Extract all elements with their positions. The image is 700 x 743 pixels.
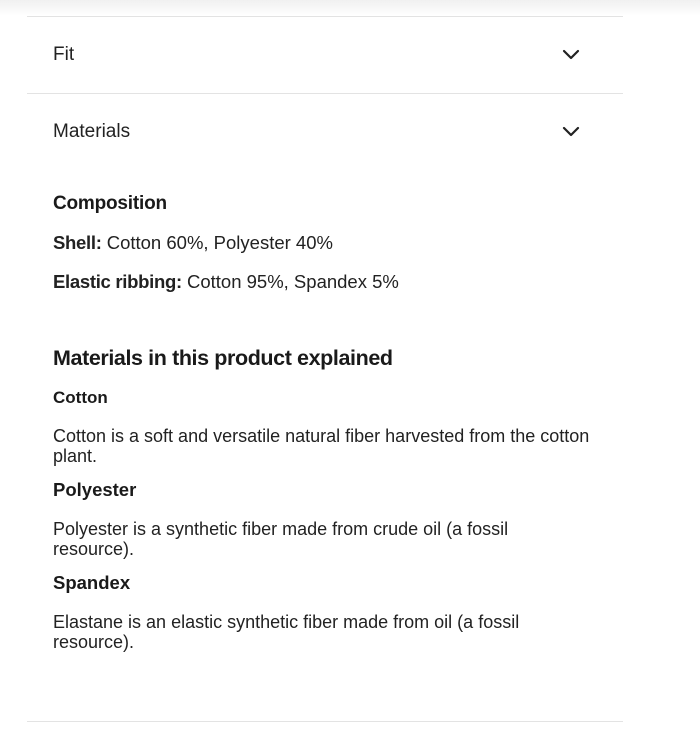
material-description-spandex: Elastane is an elastic synthetic fiber m… [53,612,520,652]
accordion-title-fit: Fit [53,44,75,65]
material-name-polyester: Polyester [53,479,137,500]
composition-label: Elastic ribbing: [53,271,182,292]
materials-explained-title: Materials in this product explained [53,346,393,370]
accordion-header-fit[interactable]: Fit [27,17,623,93]
material-name-cotton: Cotton [53,388,108,407]
composition-value: Cotton 95%, Spandex 5% [181,271,399,292]
top-shadow [0,0,700,16]
composition-label: Shell: [53,232,102,253]
composition-line-shell: Shell: Cotton 60%, Polyester 40% [53,232,623,254]
material-description-polyester: Polyester is a synthetic fiber made from… [53,519,509,559]
composition-title: Composition [53,193,167,214]
accordion-title-materials: Materials [53,121,131,142]
divider [27,721,623,722]
composition-value: Cotton 60%, Polyester 40% [101,232,333,253]
accordion-header-materials[interactable]: Materials [27,94,623,170]
product-details-accordion: Fit Materials Composition Shell: Cotton … [27,16,623,652]
material-name-spandex: Spandex [53,572,131,593]
chevron-down-icon [562,126,580,137]
chevron-down-icon [562,49,580,60]
composition-line-ribbing: Elastic ribbing: Cotton 95%, Spandex 5% [53,271,623,293]
material-description-cotton: Cotton is a soft and versatile natural f… [53,426,590,466]
materials-panel: Composition Shell: Cotton 60%, Polyester… [27,193,623,652]
